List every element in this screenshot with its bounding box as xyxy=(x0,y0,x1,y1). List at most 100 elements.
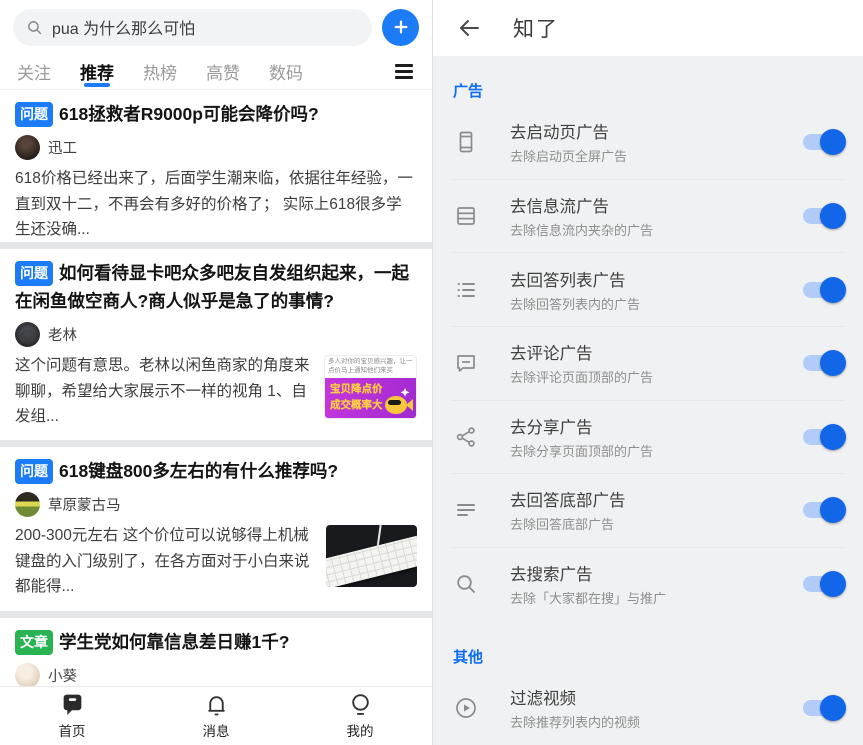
card-excerpt: 这个问题有意思。老林以闲鱼商家的角度来聊聊，希望给大家展示不一样的视角 1、自发… xyxy=(15,353,314,428)
search-bar-row: pua 为什么那么可怕 xyxy=(0,0,432,54)
tab-upvoted[interactable]: 高赞 xyxy=(206,54,240,89)
setting-row-share-ads[interactable]: 去分享广告 去除分享页面顶部的广告 xyxy=(433,400,863,474)
promo-banner: 宝贝降点价 成交概率大 xyxy=(325,378,416,419)
nav-messages[interactable]: 消息 xyxy=(144,692,288,740)
feed-tabs: 关注 推荐 热榜 高赞 数码 xyxy=(0,54,432,90)
article-badge: 文章 xyxy=(15,630,53,655)
nav-label: 首页 xyxy=(59,720,86,740)
setting-title: 去启动页广告 xyxy=(510,119,627,143)
feed-icon xyxy=(453,203,479,229)
setting-title: 去回答列表广告 xyxy=(510,267,640,291)
setting-row-feed-ads[interactable]: 去信息流广告 去除信息流内夹杂的广告 xyxy=(433,179,863,253)
back-button[interactable] xyxy=(453,12,485,44)
card-title: 问题618键盘800多左右的有什么推荐吗? xyxy=(15,457,417,485)
search-icon xyxy=(26,19,43,36)
author-name: 迅工 xyxy=(48,137,77,158)
setting-title: 去搜索广告 xyxy=(510,561,666,585)
toggle-answer-list-ads[interactable] xyxy=(803,281,843,299)
tab-hot[interactable]: 热榜 xyxy=(143,54,177,89)
section-label-other: 其他 xyxy=(433,620,863,671)
lines-icon xyxy=(453,497,479,523)
feed-card[interactable]: 文章学生党如何靠信息差日赚1千? 小葵 xyxy=(0,618,432,686)
view-count: 7 浏览 xyxy=(15,607,53,611)
divider xyxy=(0,242,432,249)
divider xyxy=(0,440,432,447)
setting-subtitle: 去除信息流内夹杂的广告 xyxy=(510,220,653,239)
settings-screen: 知了 广告 去启动页广告 去除启动页全屏广告 xyxy=(432,0,863,745)
setting-subtitle: 去除启动页全屏广告 xyxy=(510,146,627,165)
setting-subtitle: 去除评论页面顶部的广告 xyxy=(510,367,653,386)
setting-row-filter-videos[interactable]: 过滤视频 去除推荐列表内的视频 xyxy=(433,671,863,745)
smartphone-icon xyxy=(453,129,479,155)
feed-card[interactable]: 问题618键盘800多左右的有什么推荐吗? 草原蒙古马 200-300元左右 这… xyxy=(0,447,432,611)
setting-subtitle: 去除分享页面顶部的广告 xyxy=(510,441,653,460)
toggle-comment-ads[interactable] xyxy=(803,354,843,372)
nav-profile[interactable]: 我的 xyxy=(288,692,432,740)
setting-subtitle: 去除回答列表内的广告 xyxy=(510,294,640,313)
hamburger-menu-icon[interactable] xyxy=(393,60,415,82)
search-input[interactable]: pua 为什么那么可怕 xyxy=(13,9,372,46)
setting-row-search-ads[interactable]: 去搜索广告 去除「大家都在搜」与推广 xyxy=(433,547,863,621)
setting-subtitle: 去除推荐列表内的视频 xyxy=(510,712,640,731)
app: pua 为什么那么可怕 关注 推荐 热榜 高赞 数码 问题618拯救者R9000… xyxy=(0,0,863,745)
share-icon xyxy=(453,424,479,450)
plus-icon xyxy=(393,19,409,35)
toggle-feed-ads[interactable] xyxy=(803,207,843,225)
avatar xyxy=(15,663,40,686)
setting-subtitle: 去除「大家都在搜」与推广 xyxy=(510,588,666,607)
author-row[interactable]: 老林 xyxy=(15,322,417,347)
setting-title: 去信息流广告 xyxy=(510,193,653,217)
list-icon xyxy=(453,277,479,303)
toggle-answer-bottom-ads[interactable] xyxy=(803,501,843,519)
setting-row-splash-ads[interactable]: 去启动页广告 去除启动页全屏广告 xyxy=(433,105,863,179)
card-title: 文章学生党如何靠信息差日赚1千? xyxy=(15,628,417,656)
avatar xyxy=(15,492,40,517)
toggle-search-ads[interactable] xyxy=(803,575,843,593)
tab-recommend[interactable]: 推荐 xyxy=(80,54,114,89)
comment-icon xyxy=(453,350,479,376)
fish-illustration xyxy=(380,385,414,417)
card-thumbnail: 多人对你的宝贝感兴趣，让一点价马上通知他们来买 宝贝降点价 成交概率大 xyxy=(324,355,417,419)
search-icon xyxy=(453,571,479,597)
toggle-share-ads[interactable] xyxy=(803,428,843,446)
setting-row-answer-bottom-ads[interactable]: 去回答底部广告 去除回答底部广告 xyxy=(433,473,863,547)
avatar xyxy=(15,135,40,160)
settings-header: 知了 xyxy=(433,0,863,56)
question-badge: 问题 xyxy=(15,102,53,127)
question-badge: 问题 xyxy=(15,261,53,286)
setting-row-comment-ads[interactable]: 去评论广告 去除评论页面顶部的广告 xyxy=(433,326,863,400)
toggle-filter-videos[interactable] xyxy=(803,699,843,717)
feed-screen: pua 为什么那么可怕 关注 推荐 热榜 高赞 数码 问题618拯救者R9000… xyxy=(0,0,432,745)
avatar xyxy=(15,322,40,347)
section-label-ads: 广告 xyxy=(433,56,863,105)
question-badge: 问题 xyxy=(15,459,53,484)
author-name: 草原蒙古马 xyxy=(48,494,121,515)
tab-follow[interactable]: 关注 xyxy=(17,54,51,89)
feed-card[interactable]: 问题如何看待显卡吧众多吧友自发组织起来，一起在闲鱼做空商人?商人似乎是急了的事情… xyxy=(0,249,432,440)
active-tab-underline xyxy=(84,83,110,87)
search-query: pua 为什么那么可怕 xyxy=(52,15,195,39)
tab-digital[interactable]: 数码 xyxy=(269,54,303,89)
nav-home[interactable]: 首页 xyxy=(0,692,144,740)
setting-subtitle: 去除回答底部广告 xyxy=(510,514,626,533)
author-row[interactable]: 迅工 xyxy=(15,135,417,160)
author-name: 老林 xyxy=(48,324,77,345)
home-icon xyxy=(60,692,85,717)
add-button[interactable] xyxy=(382,9,419,46)
divider xyxy=(0,611,432,618)
setting-title: 去分享广告 xyxy=(510,414,653,438)
nav-label: 消息 xyxy=(203,720,230,740)
keyboard-thumbnail xyxy=(326,525,417,587)
author-name: 小葵 xyxy=(48,665,77,686)
card-excerpt: 618价格已经出来了，后面学生潮来临，依据往年经验，一直到双十二，不再会有多好的… xyxy=(15,166,417,241)
author-row[interactable]: 草原蒙古马 xyxy=(15,492,417,517)
setting-title: 去回答底部广告 xyxy=(510,487,626,511)
setting-row-answer-list-ads[interactable]: 去回答列表广告 去除回答列表内的广告 xyxy=(433,252,863,326)
card-title: 问题如何看待显卡吧众多吧友自发组织起来，一起在闲鱼做空商人?商人似乎是急了的事情… xyxy=(15,259,417,315)
card-title: 问题618拯救者R9000p可能会降价吗? xyxy=(15,100,417,128)
toggle-splash-ads[interactable] xyxy=(803,133,843,151)
card-excerpt: 200-300元左右 这个价位可以说够得上机械键盘的入门级别了，在各方面对于小白… xyxy=(15,523,316,598)
author-row[interactable]: 小葵 xyxy=(15,663,417,686)
bottom-nav: 首页 消息 我的 xyxy=(0,686,432,745)
feed-card[interactable]: 问题618拯救者R9000p可能会降价吗? 迅工 618价格已经出来了，后面学生… xyxy=(0,90,432,242)
